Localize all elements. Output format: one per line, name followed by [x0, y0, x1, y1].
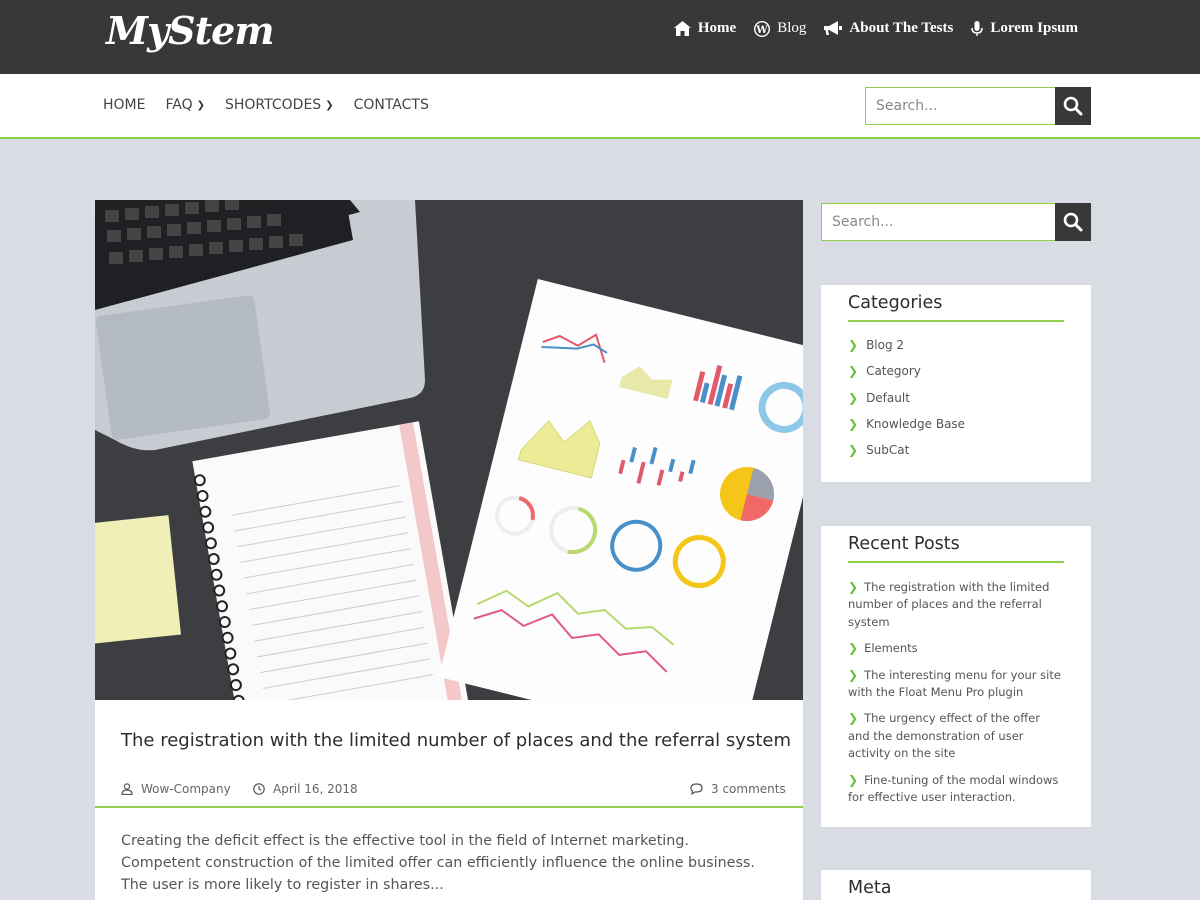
post-author[interactable]: Wow-Company — [121, 782, 231, 796]
recent-post-item[interactable]: ❯ Fine-tuning of the modal windows for ef… — [848, 772, 1064, 807]
recent-post-item[interactable]: ❯ Elements — [848, 640, 1064, 657]
search-icon — [1063, 96, 1083, 116]
chevron-right-icon: ❯ — [848, 443, 859, 458]
top-nav-label: Home — [697, 20, 737, 36]
category-item[interactable]: ❯ Knowledge Base — [848, 417, 1064, 443]
chevron-right-icon: ❯ — [848, 772, 859, 787]
top-nav-about[interactable]: About The Tests — [824, 20, 953, 37]
main-menu: HOME FAQ ❯ SHORTCODES ❯ CONTACTS — [103, 97, 429, 113]
top-nav-label: Lorem Ipsum — [990, 20, 1078, 36]
featured-image-illustration — [95, 200, 803, 700]
sticky-note — [95, 515, 181, 645]
menu-item-faq[interactable]: FAQ ❯ — [165, 97, 205, 113]
recent-post-label: Elements — [864, 641, 918, 656]
megaphone-icon — [824, 21, 843, 35]
meta-widget: Meta — [821, 870, 1091, 900]
top-nav-label: About The Tests — [849, 20, 954, 36]
top-nav-lorem[interactable]: Lorem Ipsum — [971, 20, 1078, 37]
search-button[interactable] — [1055, 87, 1091, 125]
recent-post-label: The urgency effect of the offer and the … — [848, 711, 1040, 761]
comment-icon — [690, 783, 703, 795]
featured-image[interactable] — [95, 200, 803, 700]
category-item[interactable]: ❯ Blog 2 — [848, 338, 1064, 364]
widget-title: Meta — [848, 878, 892, 898]
sidebar-search — [821, 203, 1091, 241]
menu-item-home[interactable]: HOME — [103, 97, 145, 113]
svg-text:W: W — [756, 25, 769, 36]
post-comments[interactable]: 3 comments — [690, 782, 786, 796]
top-bar: MyStem Home W Blog About The Tests Lorem… — [0, 0, 1200, 74]
widget-title: Categories — [848, 293, 1064, 322]
chevron-right-icon: ❯ — [848, 338, 859, 352]
category-item[interactable]: ❯ SubCat — [848, 443, 1064, 469]
category-item[interactable]: ❯ Category — [848, 364, 1064, 390]
chevron-right-icon: ❯ — [848, 416, 859, 431]
recent-post-label: Fine-tuning of the modal windows for eff… — [848, 772, 1059, 805]
recent-post-item[interactable]: ❯ The urgency effect of the offer and the… — [848, 710, 1064, 762]
chevron-down-icon: ❯ — [325, 99, 334, 111]
chevron-down-icon: ❯ — [196, 99, 205, 111]
chevron-right-icon: ❯ — [848, 364, 859, 379]
header-search — [865, 87, 1091, 125]
site-logo[interactable]: MyStem — [106, 8, 275, 53]
menu-label: SHORTCODES — [225, 97, 322, 113]
recent-post-item[interactable]: ❯ The registration with the limited numbe… — [848, 579, 1064, 631]
menu-item-shortcodes[interactable]: SHORTCODES ❯ — [225, 97, 334, 113]
categories-widget: Categories ❯ Blog 2 ❯ Category ❯ Default ❯ K… — [821, 285, 1091, 482]
category-label: Knowledge Base — [866, 416, 966, 431]
category-label: Blog 2 — [866, 338, 905, 352]
top-nav-blog[interactable]: W Blog — [754, 20, 806, 37]
chevron-right-icon: ❯ — [848, 711, 859, 726]
post-meta: Wow-Company April 16, 2018 3 comments — [95, 776, 803, 808]
recent-post-label: The registration with the limited number… — [848, 580, 1050, 629]
wordpress-icon: W — [754, 20, 771, 37]
top-navigation: Home W Blog About The Tests Lorem Ipsum — [673, 20, 1078, 37]
top-nav-label: Blog — [777, 20, 807, 36]
menu-label: HOME — [103, 97, 146, 113]
search-input[interactable] — [821, 203, 1055, 241]
post-excerpt: Creating the deficit effect is the effec… — [121, 833, 755, 893]
chevron-right-icon: ❯ — [848, 580, 859, 594]
post-date-text: April 16, 2018 — [273, 782, 358, 796]
menu-label: CONTACTS — [353, 97, 429, 113]
top-nav-home[interactable]: Home — [673, 20, 737, 37]
search-icon — [1063, 212, 1083, 232]
chevron-right-icon: ❯ — [848, 390, 859, 405]
category-label: Default — [866, 390, 910, 405]
microphone-icon — [971, 20, 984, 36]
chevron-right-icon: ❯ — [848, 641, 859, 656]
recent-post-item[interactable]: ❯ The interesting menu for your site with… — [848, 667, 1064, 702]
search-button[interactable] — [1055, 203, 1091, 241]
post-author-name: Wow-Company — [141, 782, 231, 796]
category-label: Category — [866, 364, 921, 379]
category-list: ❯ Blog 2 ❯ Category ❯ Default ❯ Knowledge Ba… — [848, 338, 1064, 469]
clock-icon — [253, 783, 265, 795]
category-item[interactable]: ❯ Default — [848, 391, 1064, 417]
category-label: SubCat — [866, 443, 910, 458]
post-comments-text: 3 comments — [711, 782, 786, 796]
widget-title: Recent Posts — [848, 534, 1064, 563]
chevron-right-icon: ❯ — [848, 667, 859, 682]
home-icon — [673, 21, 691, 36]
menu-item-contacts[interactable]: CONTACTS — [354, 97, 429, 113]
recent-posts-list: ❯ The registration with the limited numbe… — [848, 579, 1064, 806]
recent-post-label: The interesting menu for your site with … — [848, 667, 1061, 700]
post-title[interactable]: The registration with the limited number… — [121, 730, 791, 751]
menu-label: FAQ — [165, 97, 193, 113]
user-icon — [121, 783, 133, 795]
post-card: The registration with the limited number… — [95, 200, 803, 900]
search-input[interactable] — [865, 87, 1055, 125]
post-date: April 16, 2018 — [253, 782, 358, 796]
recent-posts-widget: Recent Posts ❯ The registration with the … — [821, 526, 1091, 827]
